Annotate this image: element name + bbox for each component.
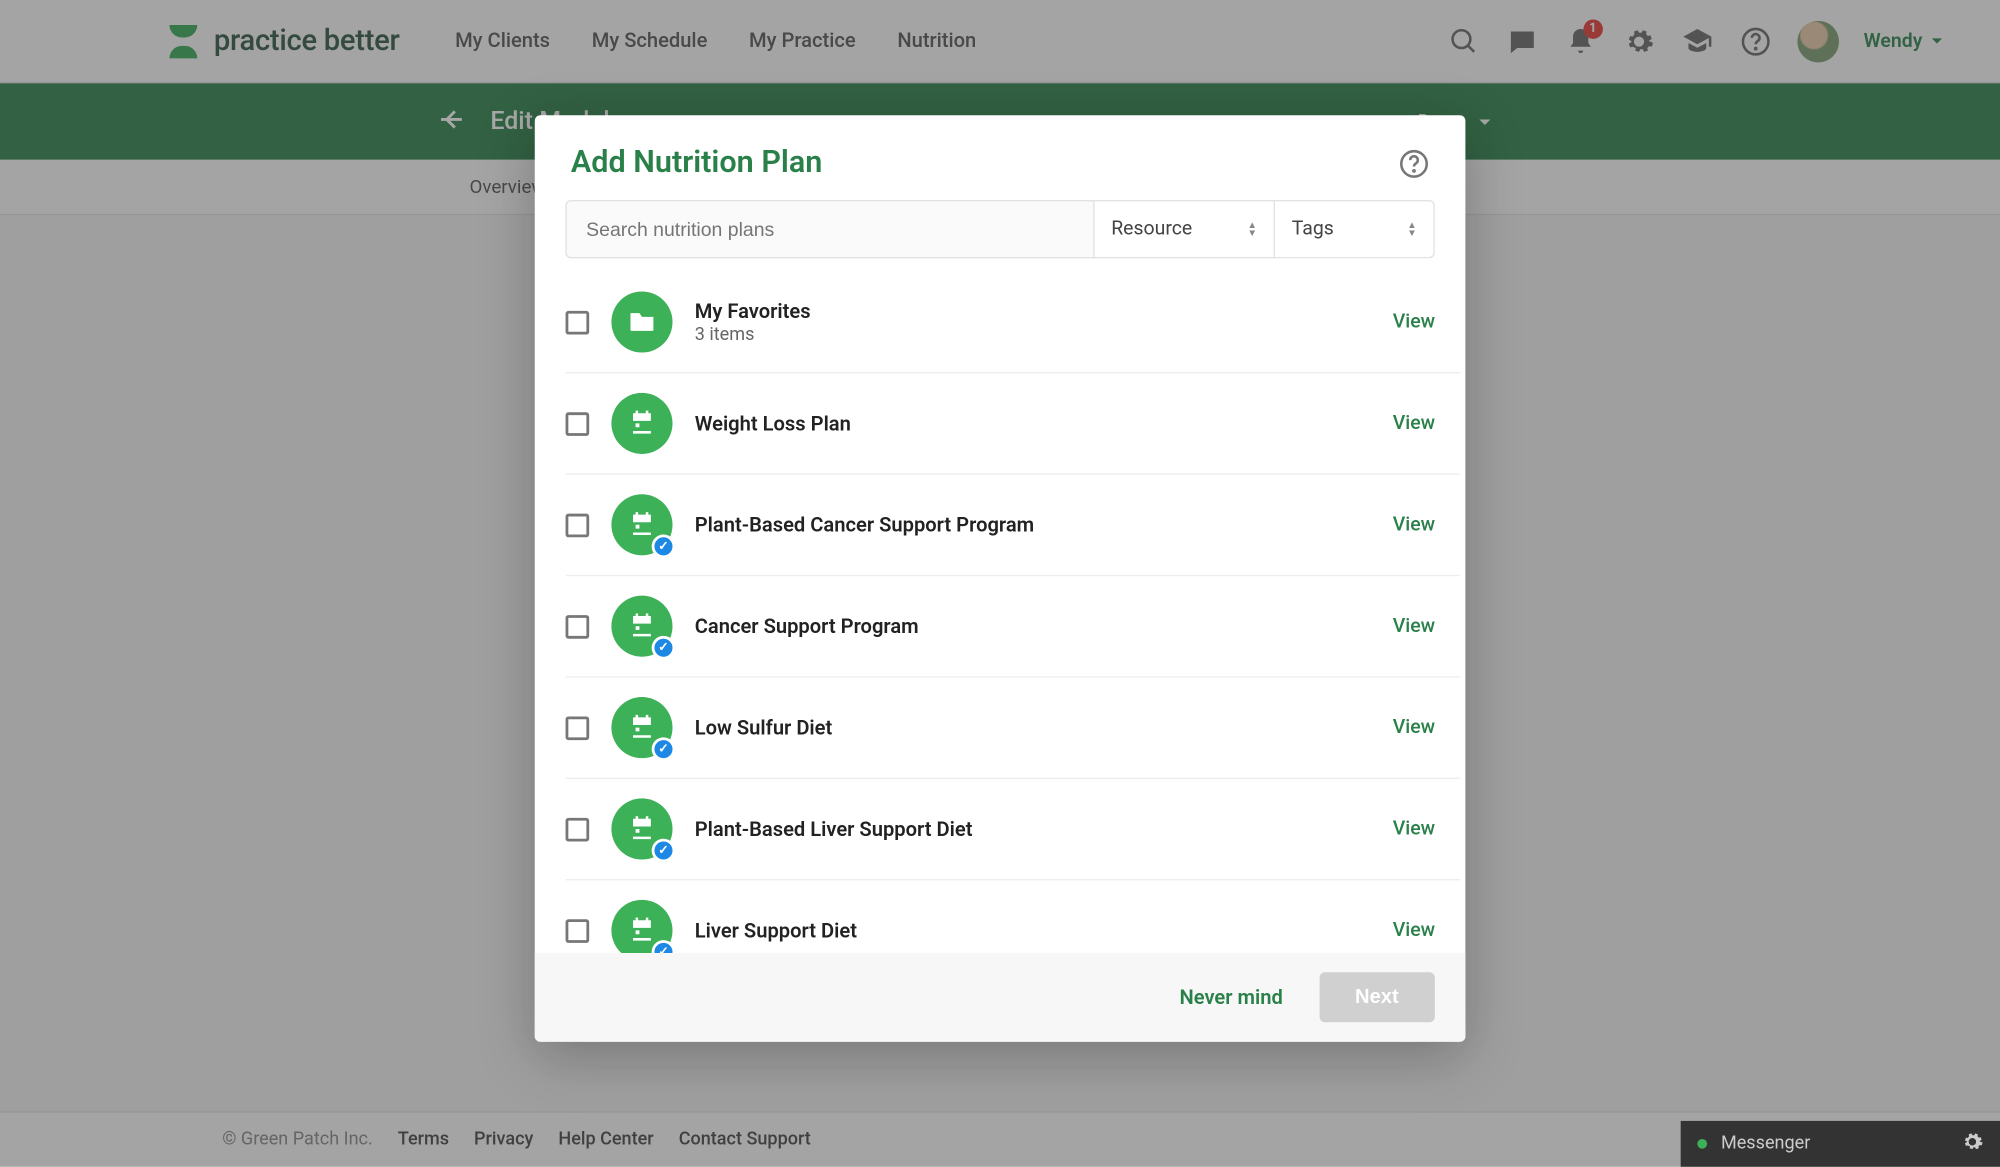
- verified-badge-icon: [651, 636, 675, 660]
- checkbox[interactable]: [565, 615, 589, 639]
- view-link[interactable]: View: [1392, 514, 1434, 536]
- sort-arrows-icon: ▲▼: [1407, 221, 1417, 238]
- list-item: Cancer Support Program View: [565, 576, 1460, 677]
- verified-badge-icon: [651, 839, 675, 863]
- view-link[interactable]: View: [1392, 413, 1434, 435]
- plan-subtitle: 3 items: [695, 324, 1371, 345]
- calendar-icon: [611, 393, 672, 454]
- modal-help-icon[interactable]: [1399, 148, 1430, 179]
- plan-title: Weight Loss Plan: [695, 412, 1371, 436]
- plan-title: Plant-Based Liver Support Diet: [695, 817, 1371, 841]
- list-item: Low Sulfur Diet View: [565, 678, 1460, 779]
- calendar-icon: [611, 900, 672, 953]
- search-input[interactable]: [565, 200, 1094, 258]
- checkbox[interactable]: [565, 817, 589, 841]
- view-link[interactable]: View: [1392, 717, 1434, 739]
- add-nutrition-plan-modal: Add Nutrition Plan Resource ▲▼ Tags ▲▼: [535, 115, 1466, 1041]
- tags-filter[interactable]: Tags ▲▼: [1275, 200, 1435, 258]
- plan-title: Plant-Based Cancer Support Program: [695, 513, 1371, 537]
- sort-arrows-icon: ▲▼: [1247, 221, 1257, 238]
- cancel-button[interactable]: Never mind: [1171, 974, 1291, 1020]
- calendar-icon: [611, 799, 672, 860]
- plan-list[interactable]: My Favorites 3 items View Weight Loss Pl…: [535, 272, 1466, 953]
- verified-badge-icon: [651, 535, 675, 559]
- resource-filter[interactable]: Resource ▲▼: [1095, 200, 1276, 258]
- plan-title: Liver Support Diet: [695, 919, 1371, 943]
- messenger-label: Messenger: [1721, 1133, 1810, 1154]
- calendar-icon: [611, 494, 672, 555]
- modal-overlay[interactable]: Add Nutrition Plan Resource ▲▼ Tags ▲▼: [0, 0, 2000, 1167]
- checkbox[interactable]: [565, 919, 589, 943]
- messenger-bar[interactable]: Messenger: [1681, 1121, 2000, 1167]
- view-link[interactable]: View: [1392, 920, 1434, 942]
- view-link[interactable]: View: [1392, 311, 1434, 333]
- list-item: Liver Support Diet View: [565, 881, 1460, 953]
- checkbox[interactable]: [565, 716, 589, 740]
- modal-title: Add Nutrition Plan: [571, 146, 822, 181]
- calendar-icon: [611, 697, 672, 758]
- status-dot-icon: [1697, 1139, 1707, 1149]
- view-link[interactable]: View: [1392, 615, 1434, 637]
- folder-icon: [611, 292, 672, 353]
- checkbox[interactable]: [565, 513, 589, 537]
- list-item: Weight Loss Plan View: [565, 374, 1460, 475]
- next-button[interactable]: Next: [1319, 972, 1435, 1022]
- gear-icon[interactable]: [1961, 1130, 1983, 1158]
- checkbox[interactable]: [565, 412, 589, 436]
- verified-badge-icon: [651, 940, 675, 953]
- checkbox[interactable]: [565, 310, 589, 334]
- list-item: Plant-Based Cancer Support Program View: [565, 475, 1460, 576]
- verified-badge-icon: [651, 738, 675, 762]
- plan-title: Cancer Support Program: [695, 615, 1371, 639]
- calendar-icon: [611, 596, 672, 657]
- view-link[interactable]: View: [1392, 818, 1434, 840]
- list-item-favorites: My Favorites 3 items View: [565, 272, 1460, 373]
- plan-title: Low Sulfur Diet: [695, 716, 1371, 740]
- list-item: Plant-Based Liver Support Diet View: [565, 779, 1460, 880]
- plan-title: My Favorites: [695, 299, 1371, 323]
